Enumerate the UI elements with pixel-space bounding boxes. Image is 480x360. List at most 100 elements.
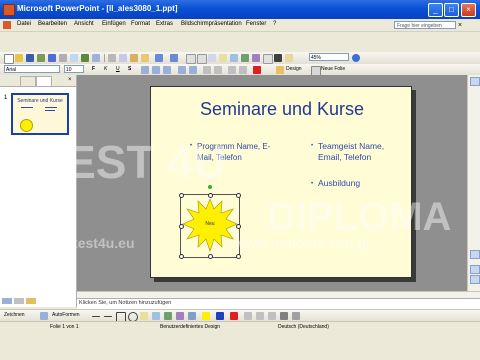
align-center-icon[interactable] bbox=[152, 66, 160, 74]
resize-handle[interactable] bbox=[236, 224, 241, 229]
menu-bildschirmpraesentation[interactable]: Bildschirmpräsentation bbox=[181, 21, 242, 27]
decrease-font-icon[interactable] bbox=[214, 66, 222, 74]
shadow-button[interactable]: S bbox=[128, 66, 131, 72]
normal-view-icon[interactable] bbox=[2, 298, 12, 304]
permission-icon[interactable] bbox=[37, 54, 45, 62]
notes-placeholder[interactable]: Klicken Sie, um Notizen hinzuzufügen bbox=[79, 300, 171, 306]
menu-format[interactable]: Format bbox=[131, 21, 150, 27]
line-color-icon[interactable] bbox=[216, 312, 224, 320]
line-icon[interactable] bbox=[92, 316, 100, 317]
document-icon[interactable] bbox=[3, 21, 11, 29]
maximize-button[interactable]: □ bbox=[444, 3, 459, 17]
tables-borders-icon[interactable] bbox=[208, 54, 216, 62]
powerpoint-app-icon[interactable] bbox=[3, 4, 15, 16]
tab-outline[interactable] bbox=[20, 76, 36, 86]
fill-color-icon[interactable] bbox=[202, 312, 210, 320]
decrease-indent-icon[interactable] bbox=[228, 66, 236, 74]
format-painter-icon[interactable] bbox=[141, 54, 149, 62]
resize-handle[interactable] bbox=[236, 254, 241, 259]
dash-style-icon[interactable] bbox=[256, 312, 264, 320]
diagram-icon[interactable] bbox=[164, 312, 172, 320]
autoshapes-button[interactable]: AutoFormen bbox=[52, 312, 80, 318]
resize-handle[interactable] bbox=[236, 193, 241, 198]
email-icon[interactable] bbox=[48, 54, 56, 62]
color-grayscale-icon[interactable] bbox=[274, 54, 282, 62]
bold-button[interactable]: F bbox=[92, 66, 95, 72]
shadow-style-icon[interactable] bbox=[280, 312, 288, 320]
right-bullet-text-2[interactable]: Ausbildung bbox=[318, 178, 360, 188]
slide-title[interactable]: Seminare und Kurse bbox=[151, 99, 413, 120]
picture-icon[interactable] bbox=[252, 54, 260, 62]
cut-icon[interactable] bbox=[108, 54, 116, 62]
increase-indent-icon[interactable] bbox=[239, 66, 247, 74]
select-objects-icon[interactable] bbox=[40, 312, 48, 320]
arrow-style-icon[interactable] bbox=[268, 312, 276, 320]
table-icon[interactable] bbox=[197, 54, 207, 64]
preview-icon[interactable] bbox=[70, 54, 78, 62]
scroll-down-icon[interactable] bbox=[470, 250, 480, 259]
notes-pane[interactable]: Klicken Sie, um Notizen hinzuzufügen bbox=[77, 298, 480, 309]
resize-handle[interactable] bbox=[208, 193, 213, 198]
minimize-button[interactable]: _ bbox=[428, 3, 443, 17]
paste-icon[interactable] bbox=[130, 54, 138, 62]
close-button[interactable]: × bbox=[461, 3, 476, 17]
wordart-icon[interactable] bbox=[230, 54, 238, 62]
align-left-icon[interactable] bbox=[141, 66, 149, 74]
new-slide-button[interactable]: Neue Folie bbox=[321, 66, 345, 72]
draw-menu-button[interactable]: Zeichnen bbox=[4, 312, 25, 318]
right-bullet-text-1[interactable]: Teamgeist Name, Email, Telefon bbox=[318, 141, 388, 163]
draw-picture-icon[interactable] bbox=[188, 312, 196, 320]
star-selection-frame[interactable]: Neu bbox=[179, 185, 241, 259]
draw-textbox-icon[interactable] bbox=[140, 312, 148, 320]
3d-style-icon[interactable] bbox=[292, 312, 300, 320]
slideshow-view-icon[interactable] bbox=[26, 298, 36, 304]
resize-handle[interactable] bbox=[179, 193, 184, 198]
resize-handle[interactable] bbox=[179, 224, 184, 229]
underline-button[interactable]: U bbox=[116, 66, 120, 72]
menu-einfuegen[interactable]: Einfügen bbox=[102, 21, 126, 27]
draw-font-color-icon[interactable] bbox=[230, 312, 238, 320]
close-document-icon[interactable]: × bbox=[458, 22, 462, 29]
menu-help[interactable]: ? bbox=[273, 21, 276, 27]
textbox-icon[interactable] bbox=[219, 54, 227, 62]
research-icon[interactable] bbox=[92, 54, 100, 62]
menu-datei[interactable]: Datei bbox=[17, 21, 31, 27]
spelling-icon[interactable] bbox=[81, 54, 89, 62]
zoom-select[interactable]: 45% bbox=[309, 53, 349, 61]
clipart-icon[interactable] bbox=[241, 54, 249, 62]
scroll-up-icon[interactable] bbox=[470, 77, 480, 86]
new-icon[interactable] bbox=[4, 54, 14, 64]
font-select[interactable]: Arial bbox=[4, 65, 60, 73]
resize-handle[interactable] bbox=[208, 254, 213, 259]
copy-icon[interactable] bbox=[119, 54, 127, 62]
print-icon[interactable] bbox=[59, 54, 67, 62]
menu-ansicht[interactable]: Ansicht bbox=[74, 21, 94, 27]
resize-handle[interactable] bbox=[179, 254, 184, 259]
line-style-icon[interactable] bbox=[244, 312, 252, 320]
help-search-input[interactable]: Frage hier eingeben bbox=[394, 21, 456, 29]
help-icon[interactable] bbox=[352, 54, 360, 62]
open-icon[interactable] bbox=[15, 54, 23, 62]
menu-extras[interactable]: Extras bbox=[156, 21, 173, 27]
expand-all-icon[interactable] bbox=[285, 54, 293, 62]
draw-wordart-icon[interactable] bbox=[152, 312, 160, 320]
close-panel-icon[interactable]: × bbox=[68, 77, 72, 83]
vertical-scrollbar[interactable] bbox=[467, 75, 480, 291]
align-right-icon[interactable] bbox=[163, 66, 171, 74]
menu-fenster[interactable]: Fenster bbox=[246, 21, 266, 27]
font-size-select[interactable]: 10 bbox=[64, 65, 84, 73]
design-button[interactable]: Design bbox=[286, 66, 302, 72]
tab-slides[interactable] bbox=[36, 76, 52, 86]
italic-button[interactable]: K bbox=[104, 66, 107, 72]
draw-clipart-icon[interactable] bbox=[176, 312, 184, 320]
previous-slide-icon[interactable] bbox=[470, 265, 480, 274]
arrow-icon[interactable] bbox=[104, 316, 112, 317]
sorter-view-icon[interactable] bbox=[14, 298, 24, 304]
bullets-icon[interactable] bbox=[189, 66, 197, 74]
design-icon[interactable] bbox=[276, 66, 284, 74]
chart-icon[interactable] bbox=[186, 54, 196, 64]
undo-icon[interactable] bbox=[155, 54, 163, 62]
menu-bearbeiten[interactable]: Bearbeiten bbox=[38, 21, 67, 27]
next-slide-icon[interactable] bbox=[470, 275, 480, 284]
grid-icon[interactable] bbox=[263, 54, 273, 64]
